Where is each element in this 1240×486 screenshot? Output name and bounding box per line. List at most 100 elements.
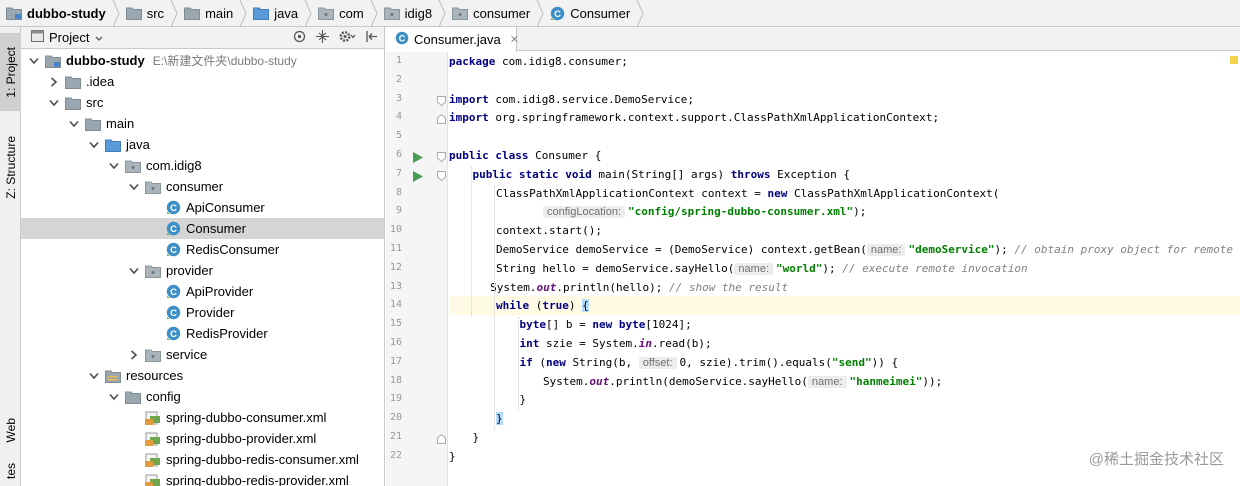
tree-item-apiprovider[interactable]: C ApiProvider: [21, 281, 384, 302]
tree-item-redisconsumer[interactable]: C RedisConsumer: [21, 239, 384, 260]
tree-item-provider[interactable]: C Provider: [21, 302, 384, 323]
code-token: System.: [490, 280, 537, 294]
tree-item-spring-dubbo-provider-xml[interactable]: spring-dubbo-provider.xml: [21, 428, 384, 449]
expand-arrow-down-icon[interactable]: [107, 155, 121, 176]
line-number: 21: [389, 431, 402, 442]
tree-item-label: main: [106, 116, 135, 131]
fold-method-icon[interactable]: [437, 169, 446, 184]
breadcrumb-item-main[interactable]: main: [184, 0, 253, 27]
expand-arrow-down-icon[interactable]: [47, 92, 61, 113]
code-token: );: [853, 205, 867, 219]
expand-arrow-right-icon[interactable]: [127, 344, 141, 365]
tree-item-main[interactable]: main: [21, 113, 384, 134]
structure-tool-tab[interactable]: Z: Structure: [0, 119, 21, 215]
xml-file-icon: [145, 473, 161, 486]
expand-arrow-down-icon[interactable]: [67, 113, 81, 134]
settings-gear-icon[interactable]: [339, 30, 356, 46]
close-tab-icon[interactable]: ✕: [510, 33, 519, 46]
fold-end-icon[interactable]: [437, 432, 446, 447]
fold-imports-icon[interactable]: [437, 94, 446, 109]
line-number: 20: [389, 412, 402, 424]
java-class-icon: C: [165, 326, 181, 342]
breadcrumb-label: main: [205, 5, 234, 21]
tree-item-apiconsumer[interactable]: C ApiConsumer: [21, 197, 384, 218]
breadcrumb-item-consumer[interactable]: consumer: [452, 0, 550, 27]
code-line-13: System.out.println(hello); // show the r…: [449, 278, 1240, 297]
code-token: ): [568, 299, 583, 313]
tree-item-provider[interactable]: provider: [21, 260, 384, 281]
code-token: public static void: [472, 167, 592, 181]
collapse-all-icon[interactable]: [316, 30, 329, 46]
navigation-breadcrumb-bar: dubbo-study src main java com idig8 consumer C C…: [0, 0, 1240, 27]
breadcrumb-item-idig8[interactable]: idig8: [383, 0, 452, 27]
package-icon: [145, 179, 161, 195]
code-token: int: [519, 337, 540, 350]
package-icon: [145, 263, 161, 279]
fold-end-icon[interactable]: [437, 112, 446, 127]
breadcrumb-item-java[interactable]: java: [253, 0, 318, 27]
tree-item--idea[interactable]: .idea: [21, 71, 384, 92]
project-tool-tab[interactable]: 1: Project: [0, 33, 21, 111]
tree-item-label: ApiConsumer: [186, 200, 265, 215]
tree-item-label: src: [86, 95, 104, 110]
tree-item-consumer[interactable]: C Consumer: [21, 218, 384, 239]
java-class-icon: C: [165, 242, 181, 258]
tree-item-label: .idea: [86, 74, 115, 89]
parameter-hint: name:: [866, 244, 906, 256]
code-token: );: [822, 261, 843, 275]
web-tool-tab[interactable]: Web: [0, 405, 21, 455]
code-token: throws: [730, 167, 771, 181]
fold-class-icon[interactable]: [437, 150, 446, 165]
tree-item-spring-dubbo-redis-consumer-xml[interactable]: spring-dubbo-redis-consumer.xml: [21, 449, 384, 470]
code-line-14: while (true) {: [449, 296, 1240, 316]
package-icon: [318, 6, 335, 20]
expand-arrow-down-icon[interactable]: [127, 260, 141, 281]
breadcrumb-item-consumer[interactable]: C Consumer: [550, 0, 650, 27]
run-class-icon[interactable]: [413, 151, 423, 166]
expand-arrow-down-icon[interactable]: [27, 50, 41, 71]
java-class-icon: C: [165, 305, 181, 321]
line-number: 15: [389, 318, 402, 330]
expand-arrow-down-icon[interactable]: [127, 176, 141, 197]
project-view-title[interactable]: Project: [49, 30, 89, 45]
code-token: "hanmeimei": [849, 374, 923, 388]
editor-tab-consumer-java[interactable]: C Consumer.java ✕: [386, 27, 519, 52]
tree-item-resources[interactable]: resources: [21, 365, 384, 386]
expand-arrow-down-icon[interactable]: [87, 365, 101, 386]
tree-item-com-idig8[interactable]: com.idig8: [21, 155, 384, 176]
favorites-tool-tab-label: tes: [3, 463, 18, 480]
tree-item-redisprovider[interactable]: C RedisProvider: [21, 323, 384, 344]
code-token: String(b,: [565, 355, 639, 369]
breadcrumb-item-src[interactable]: src: [125, 0, 184, 27]
java-class-icon: C: [165, 284, 181, 300]
hide-panel-icon[interactable]: [366, 30, 378, 46]
tree-item-config[interactable]: config: [21, 386, 384, 407]
java-class-icon: C: [165, 221, 181, 237]
parameter-hint: configLocation:: [543, 206, 625, 219]
tree-item-service[interactable]: service: [21, 344, 384, 365]
code-area[interactable]: package com.idig8.consumer; import com.id…: [449, 52, 1240, 486]
run-main-icon[interactable]: [413, 170, 423, 185]
line-number: 4: [395, 111, 402, 123]
tree-item-spring-dubbo-consumer-xml[interactable]: spring-dubbo-consumer.xml: [21, 407, 384, 428]
breadcrumb-item-dubbo-study[interactable]: dubbo-study: [6, 0, 126, 27]
code-token: while: [496, 299, 530, 313]
favorites-tool-tab[interactable]: tes: [0, 463, 21, 486]
expand-arrow-right-icon[interactable]: [47, 71, 61, 92]
expand-arrow-down-icon[interactable]: [87, 134, 101, 155]
breadcrumb-item-com[interactable]: com: [318, 0, 384, 27]
folder-icon: [65, 95, 81, 111]
tree-item-consumer[interactable]: consumer: [21, 176, 384, 197]
view-dropdown-icon[interactable]: [95, 30, 103, 45]
locate-target-icon[interactable]: [293, 30, 306, 46]
tree-item-spring-dubbo-redis-provider-xml[interactable]: spring-dubbo-redis-provider.xml: [21, 470, 384, 486]
project-tool-tab-label: 1: Project: [3, 46, 18, 98]
code-token: [1024];: [645, 318, 692, 332]
expand-arrow-down-icon[interactable]: [107, 386, 121, 407]
tree-item-dubbo-study[interactable]: dubbo-study E:\新建文件夹\dubbo-study: [21, 50, 384, 71]
code-token: szie = System.: [539, 337, 639, 350]
tree-item-src[interactable]: src: [21, 92, 384, 113]
tree-item-java[interactable]: java: [21, 134, 384, 155]
